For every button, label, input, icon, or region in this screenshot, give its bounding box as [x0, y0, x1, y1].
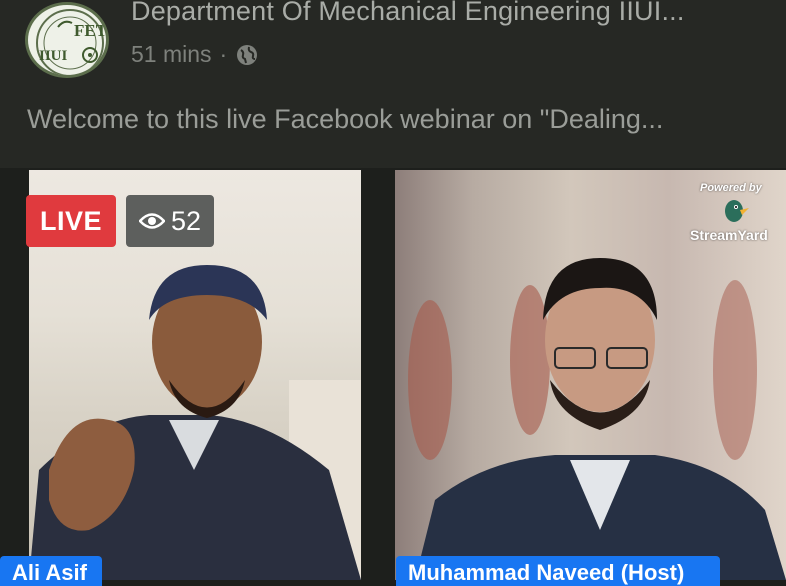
streamyard-duck-icon: [725, 200, 749, 222]
post-time[interactable]: 51 mins: [131, 41, 212, 68]
meta-separator: ·: [219, 41, 228, 67]
viewer-count: 52: [170, 205, 202, 236]
post-meta: 51 mins ·: [131, 41, 259, 68]
video-divider: [361, 170, 395, 580]
post-description[interactable]: Welcome to this live Facebook webinar on…: [27, 104, 663, 135]
post-header: FET IIUI Department Of Mechanical Engine…: [0, 0, 786, 168]
live-badge: LIVE: [26, 195, 116, 247]
eye-icon: [138, 213, 165, 229]
fet-logo-icon: FET IIUI: [36, 9, 108, 75]
speaker-name-tag-right: Muhammad Naveed (Host): [396, 556, 720, 586]
speaker-name-tag-left: Ali Asif: [0, 556, 102, 586]
page-avatar[interactable]: FET IIUI: [25, 2, 109, 78]
powered-by-label: Powered by: [700, 182, 762, 194]
page-name-link[interactable]: Department Of Mechanical Engineering IIU…: [131, 0, 685, 27]
avatar-text-left: IIUI: [39, 48, 68, 64]
viewer-count-badge: 52: [126, 195, 214, 247]
avatar-text-top: FET: [74, 21, 108, 40]
public-globe-icon: [235, 43, 259, 67]
streamyard-logo-text: StreamYard: [690, 227, 768, 243]
